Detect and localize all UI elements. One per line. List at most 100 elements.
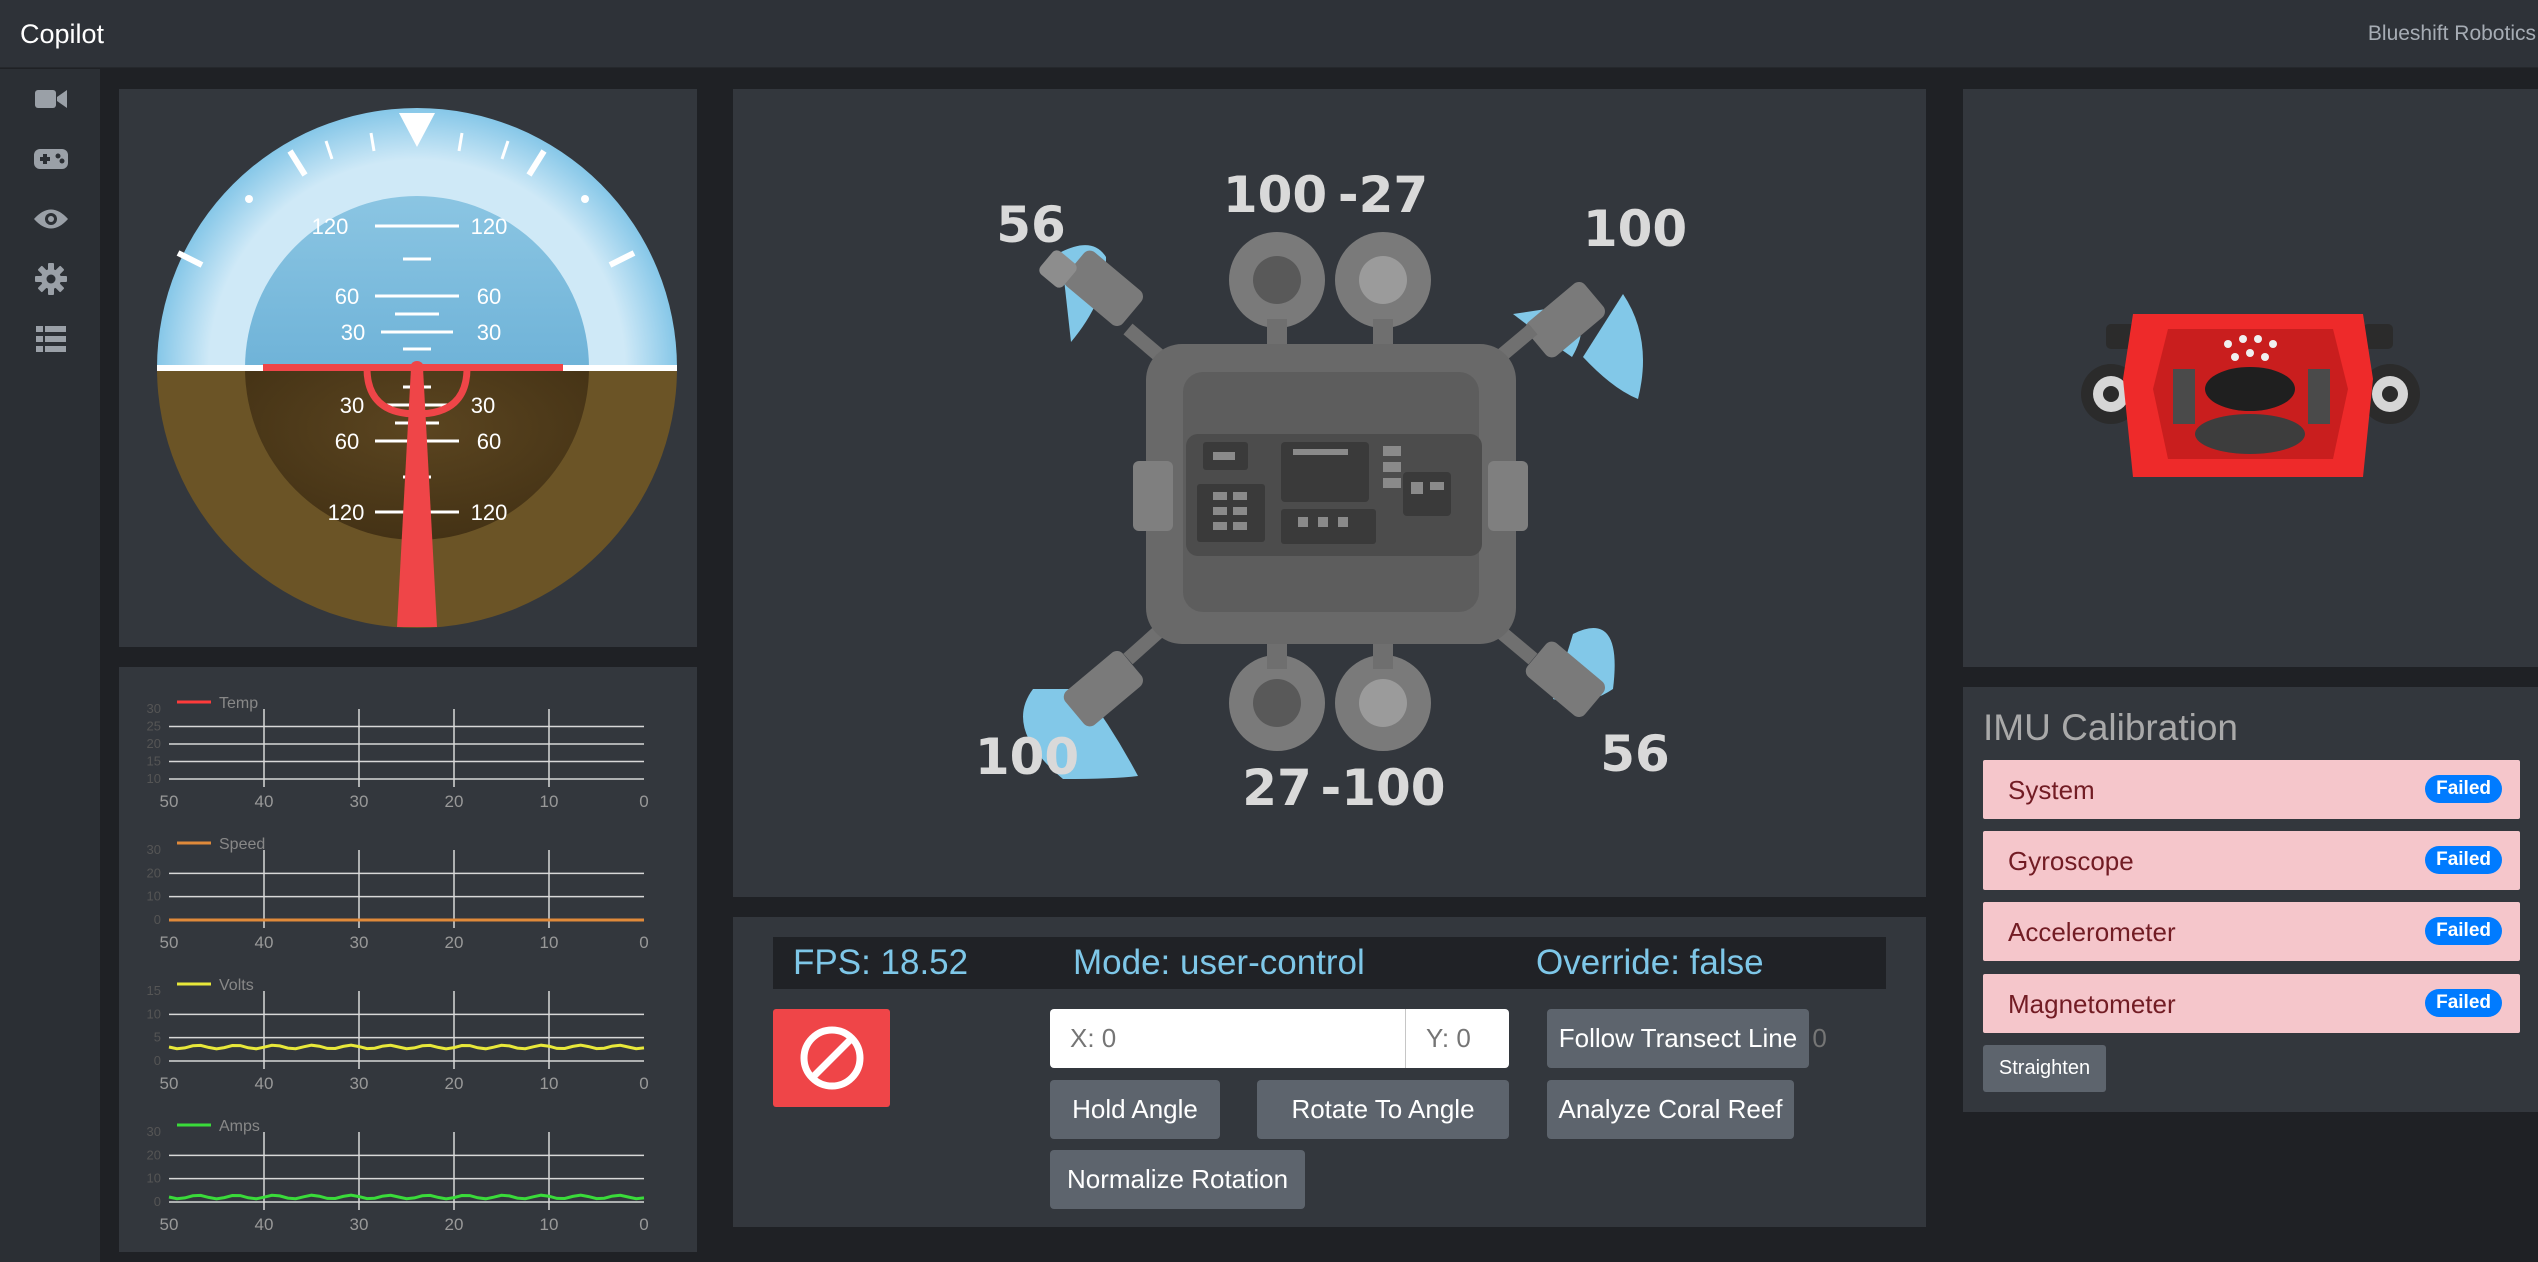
svg-text:30: 30 <box>340 393 364 418</box>
target-coordinates <box>1050 1009 2117 1068</box>
app-title[interactable]: Copilot <box>20 19 104 50</box>
thruster-label-vert-bottom-left: 27 <box>1242 759 1312 817</box>
legend-label: Speed <box>219 836 265 853</box>
svg-text:30: 30 <box>471 393 495 418</box>
x-tick-label: 10 <box>540 792 559 811</box>
hold-angle-button[interactable]: Hold Angle <box>1050 1080 1220 1139</box>
y-tick-label: 30 <box>147 1124 161 1139</box>
x-tick-label: 10 <box>540 1074 559 1093</box>
x-tick-label: 10 <box>540 933 559 952</box>
thruster-diagram: 56 100 -27 100 100 27 -100 56 <box>975 166 1687 817</box>
svg-text:30: 30 <box>341 320 365 345</box>
legend-label: Volts <box>219 977 254 994</box>
x-tick-label: 40 <box>255 933 274 952</box>
rotate-to-angle-button[interactable]: Rotate To Angle <box>1257 1080 1509 1139</box>
svg-text:120: 120 <box>328 500 365 525</box>
imu-title: IMU Calibration <box>1983 707 2238 748</box>
normalize-rotation-button[interactable]: Normalize Rotation <box>1050 1150 1305 1209</box>
y-tick-label: 20 <box>147 865 161 880</box>
y-tick-label: 0 <box>154 912 161 927</box>
svg-text:60: 60 <box>335 429 359 454</box>
thruster-label-vert-bottom-right: -100 <box>1320 759 1445 817</box>
x-tick-label: 40 <box>255 1074 274 1093</box>
status-badge: Failed <box>2425 846 2502 874</box>
attitude-indicator: 120 120 60 60 30 30 30 30 60 60 120 120 <box>157 108 677 628</box>
x-tick-label: 0 <box>639 1074 648 1093</box>
top-navbar: Copilot Blueshift Robotics <box>0 0 2538 68</box>
robot-model-image <box>2081 314 2420 477</box>
x-tick-label: 50 <box>160 933 179 952</box>
imu-calibration-panel: IMU Calibration System Failed Gyroscope … <box>1963 687 2538 1112</box>
imu-label: Magnetometer <box>2008 989 2176 1019</box>
thruster-label-bottom-left: 100 <box>975 728 1079 786</box>
imu-label: Gyroscope <box>2008 846 2134 876</box>
y-tick-label: 25 <box>147 719 161 734</box>
status-badge: Failed <box>2425 917 2502 945</box>
imu-row-gyroscope: Gyroscope Failed <box>1983 831 2520 890</box>
y-tick-label: 15 <box>147 754 161 769</box>
y-tick-label: 10 <box>147 889 161 904</box>
x-tick-label: 0 <box>639 1215 648 1234</box>
thruster-label-bottom-right: 56 <box>1600 725 1670 783</box>
x-tick-label: 0 <box>639 792 648 811</box>
thruster-label-vert-top-left: 100 <box>1223 166 1327 224</box>
x-input[interactable] <box>1050 1009 1406 1068</box>
status-bar: FPS: 18.52 Mode: user-control Override: … <box>773 937 1886 989</box>
list-icon[interactable] <box>31 319 71 359</box>
svg-text:120: 120 <box>312 214 349 239</box>
telemetry-graphs: Temp 30 25 20 15 10 50 40 30 20 10 0 Speed 30 20 10 0 50 4… <box>147 695 649 1234</box>
y-tick-label: 10 <box>147 1006 161 1021</box>
ban-icon <box>800 1026 863 1090</box>
x-tick-label: 50 <box>160 792 179 811</box>
imu-label: System <box>2008 775 2095 805</box>
video-camera-icon[interactable] <box>31 79 71 119</box>
svg-text:60: 60 <box>335 284 359 309</box>
sidebar <box>0 69 100 1262</box>
svg-text:120: 120 <box>471 214 508 239</box>
svg-text:60: 60 <box>477 429 501 454</box>
x-tick-label: 20 <box>445 792 464 811</box>
imu-row-accelerometer: Accelerometer Failed <box>1983 902 2520 961</box>
series-line <box>168 1193 645 1201</box>
x-tick-label: 30 <box>350 792 369 811</box>
x-tick-label: 10 <box>540 1215 559 1234</box>
eye-icon[interactable] <box>31 199 71 239</box>
x-tick-label: 50 <box>160 1215 179 1234</box>
x-tick-label: 20 <box>445 1215 464 1234</box>
follow-transect-line-button[interactable]: Follow Transect Line <box>1547 1009 1809 1068</box>
y-tick-label: 20 <box>147 736 161 751</box>
x-tick-label: 40 <box>255 792 274 811</box>
x-tick-label: 20 <box>445 933 464 952</box>
fps-readout: FPS: 18.52 <box>793 943 969 982</box>
svg-text:120: 120 <box>471 500 508 525</box>
status-badge: Failed <box>2425 775 2502 803</box>
company-name: Blueshift Robotics <box>2367 22 2536 45</box>
imu-row-system: System Failed <box>1983 760 2520 819</box>
imu-label: Accelerometer <box>2008 917 2176 947</box>
legend-label: Temp <box>219 695 258 712</box>
gear-icon[interactable] <box>31 259 71 299</box>
imu-row-magnetometer: Magnetometer Failed <box>1983 974 2520 1033</box>
analyze-coral-reef-button[interactable]: Analyze Coral Reef <box>1547 1080 1794 1139</box>
legend-label: Amps <box>219 1118 260 1135</box>
x-tick-label: 30 <box>350 933 369 952</box>
y-tick-label: 15 <box>147 983 161 998</box>
y-tick-label: 30 <box>147 842 161 857</box>
mode-readout: Mode: user-control <box>1073 943 1365 982</box>
x-tick-label: 20 <box>445 1074 464 1093</box>
y-tick-label: 10 <box>147 1171 161 1186</box>
status-badge: Failed <box>2425 989 2502 1017</box>
svg-text:60: 60 <box>477 284 501 309</box>
straighten-button[interactable]: Straighten <box>1983 1045 2106 1092</box>
thruster-label-top-left: 56 <box>996 196 1066 254</box>
override-readout: Override: false <box>1536 943 1764 982</box>
attitude-indicator-panel: 120 120 60 60 30 30 30 30 60 60 120 120 <box>119 89 697 647</box>
y-tick-label: 10 <box>147 771 161 786</box>
robot-model-panel <box>1963 89 2538 667</box>
x-tick-label: 0 <box>639 933 648 952</box>
stop-button[interactable] <box>773 1009 890 1107</box>
x-tick-label: 30 <box>350 1074 369 1093</box>
x-tick-label: 50 <box>160 1074 179 1093</box>
x-tick-label: 40 <box>255 1215 274 1234</box>
gamepad-icon[interactable] <box>31 139 71 179</box>
